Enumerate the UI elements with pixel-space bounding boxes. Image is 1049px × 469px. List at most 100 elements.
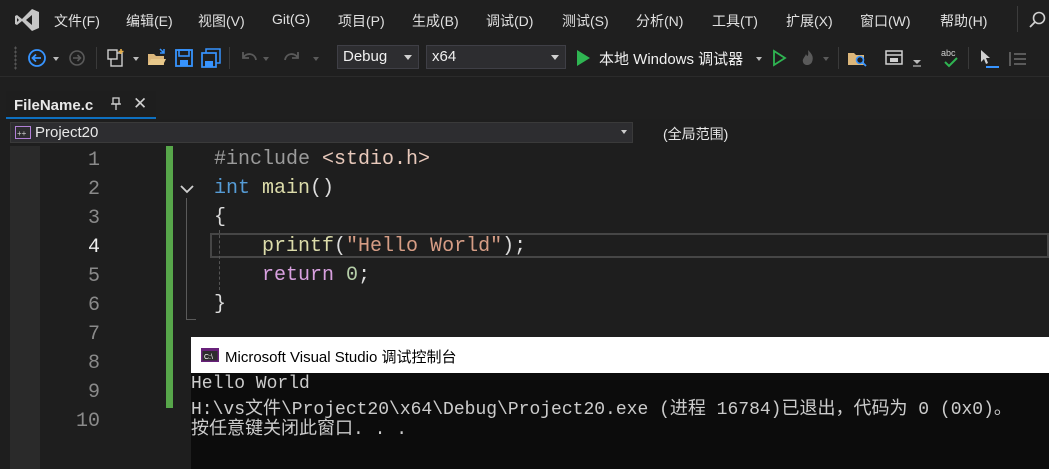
toolbar-separator <box>968 47 969 69</box>
console-app-icon: C:\ <box>201 348 219 362</box>
tab-label: FileName.c <box>14 97 94 114</box>
line-number: 7 <box>87 323 100 346</box>
menu-edit[interactable]: 编辑(E) <box>126 11 173 31</box>
chevron-down-icon <box>404 55 412 60</box>
redo-dropdown-icon[interactable] <box>312 56 320 62</box>
platform-select[interactable]: x64 <box>426 45 566 69</box>
line-number: 1 <box>87 149 100 172</box>
line-number: 2 <box>87 178 100 201</box>
menu-window[interactable]: 窗口(W) <box>860 11 911 31</box>
string-literal: "Hello World" <box>346 235 503 258</box>
semicolon: ; <box>358 264 371 287</box>
console-title-bar[interactable]: C:\ Microsoft Visual Studio 调试控制台 <box>191 337 1049 373</box>
menu-build[interactable]: 生成(B) <box>412 11 459 31</box>
document-tab-strip: FileName.c ✕ <box>0 77 1049 119</box>
line-number: 8 <box>87 352 100 375</box>
toolbar-overflow-icon[interactable] <box>910 54 924 68</box>
open-brace: { <box>214 206 227 229</box>
line-number: 6 <box>87 294 100 317</box>
parentheses: () <box>310 177 335 200</box>
new-project-icon[interactable] <box>107 48 127 68</box>
visual-studio-logo-icon[interactable] <box>14 8 40 32</box>
tab-filename-c[interactable]: FileName.c ✕ <box>6 91 156 119</box>
save-icon[interactable] <box>174 48 194 68</box>
menu-debug[interactable]: 调试(D) <box>486 11 533 31</box>
code-line-5[interactable]: return 0; <box>214 264 370 287</box>
code-line-3[interactable]: { <box>214 206 226 229</box>
debugger-dropdown-icon[interactable] <box>755 56 763 62</box>
console-title: Microsoft Visual Studio 调试控制台 <box>225 349 457 366</box>
function-name: main <box>262 177 311 200</box>
start-without-debugging-icon[interactable] <box>770 49 788 67</box>
line-number: 3 <box>87 207 100 230</box>
code-line-6[interactable]: } <box>214 293 226 316</box>
scope-select[interactable]: (全局范围) <box>640 122 1049 143</box>
code-line-1[interactable]: #include <stdio.h> <box>214 148 430 171</box>
project-name: Project20 <box>35 124 99 141</box>
indicator-margin[interactable] <box>10 146 40 469</box>
menu-git[interactable]: Git(G) <box>272 11 310 27</box>
menu-extensions[interactable]: 扩展(X) <box>786 11 833 31</box>
navigation-bar: ++ Project20 (全局范围) <box>0 119 1049 147</box>
close-paren-semicolon: ); <box>502 235 527 258</box>
line-number: 5 <box>87 265 100 288</box>
platform-value: x64 <box>432 48 457 65</box>
menu-analyze[interactable]: 分析(N) <box>636 11 683 31</box>
toolbar-separator <box>838 47 839 69</box>
chevron-down-icon <box>621 130 627 134</box>
navigate-back-icon[interactable] <box>27 48 47 68</box>
debug-console-window[interactable]: C:\ Microsoft Visual Studio 调试控制台 Hello … <box>191 337 1049 469</box>
line-number: 9 <box>87 381 100 404</box>
menu-tools[interactable]: 工具(T) <box>712 11 758 31</box>
start-debugging-button[interactable]: 本地 Windows 调试器 <box>599 48 743 69</box>
preprocessor-directive: #include <box>214 148 311 171</box>
include-header: <stdio.h> <box>322 148 431 171</box>
project-select[interactable]: ++ Project20 <box>10 122 633 143</box>
new-project-dropdown-icon[interactable] <box>132 56 140 62</box>
code-line-4[interactable]: printf("Hello World"); <box>214 235 526 258</box>
close-icon[interactable]: ✕ <box>133 94 147 114</box>
toolbar-separator <box>96 47 97 69</box>
menu-test[interactable]: 测试(S) <box>562 11 609 31</box>
hot-reload-icon[interactable] <box>798 48 818 68</box>
pin-icon[interactable] <box>111 97 121 114</box>
window-layout-icon[interactable] <box>884 48 904 68</box>
outline-fold-end <box>186 319 196 320</box>
svg-text:abc: abc <box>941 48 956 58</box>
open-folder-icon[interactable] <box>147 48 167 68</box>
line-number-current: 4 <box>87 236 100 259</box>
toolbar-grip[interactable] <box>14 46 17 70</box>
find-in-files-icon[interactable] <box>847 48 867 68</box>
menu-file[interactable]: 文件(F) <box>54 11 100 31</box>
scope-label: (全局范围) <box>663 126 729 142</box>
comment-lines-icon[interactable] <box>1006 48 1028 70</box>
text-cursor-icon[interactable] <box>978 48 1000 70</box>
menu-view[interactable]: 视图(V) <box>198 11 245 31</box>
cpp-project-icon: ++ <box>15 126 31 139</box>
navigate-back-dropdown-icon[interactable] <box>52 56 60 62</box>
keyword-return: return <box>262 264 335 287</box>
chevron-down-icon <box>551 55 559 60</box>
menu-help[interactable]: 帮助(H) <box>940 11 987 31</box>
spell-check-icon[interactable]: abc <box>940 46 962 70</box>
undo-icon[interactable] <box>239 48 259 68</box>
open-paren: ( <box>334 235 347 258</box>
saved-changes-bar <box>166 146 173 408</box>
number-literal: 0 <box>346 264 359 287</box>
undo-dropdown-icon[interactable] <box>262 56 270 62</box>
configuration-select[interactable]: Debug <box>337 45 419 69</box>
outline-fold-line <box>186 198 187 320</box>
menu-separator <box>1017 6 1018 32</box>
code-line-2[interactable]: int main() <box>214 177 334 200</box>
search-icon[interactable] <box>1029 11 1047 29</box>
start-debugging-icon[interactable] <box>574 49 592 67</box>
navigate-forward-icon[interactable] <box>68 49 86 67</box>
collapse-chevron-icon[interactable] <box>179 182 195 196</box>
menu-project[interactable]: 项目(P) <box>338 11 385 31</box>
hot-reload-dropdown-icon[interactable] <box>822 56 830 62</box>
toolbar-separator <box>229 47 230 69</box>
svg-text:C:\: C:\ <box>204 354 213 361</box>
redo-icon[interactable] <box>282 48 302 68</box>
toolbar: Debug x64 本地 Windows 调试器 abc <box>0 40 1049 77</box>
save-all-icon[interactable] <box>201 48 221 68</box>
